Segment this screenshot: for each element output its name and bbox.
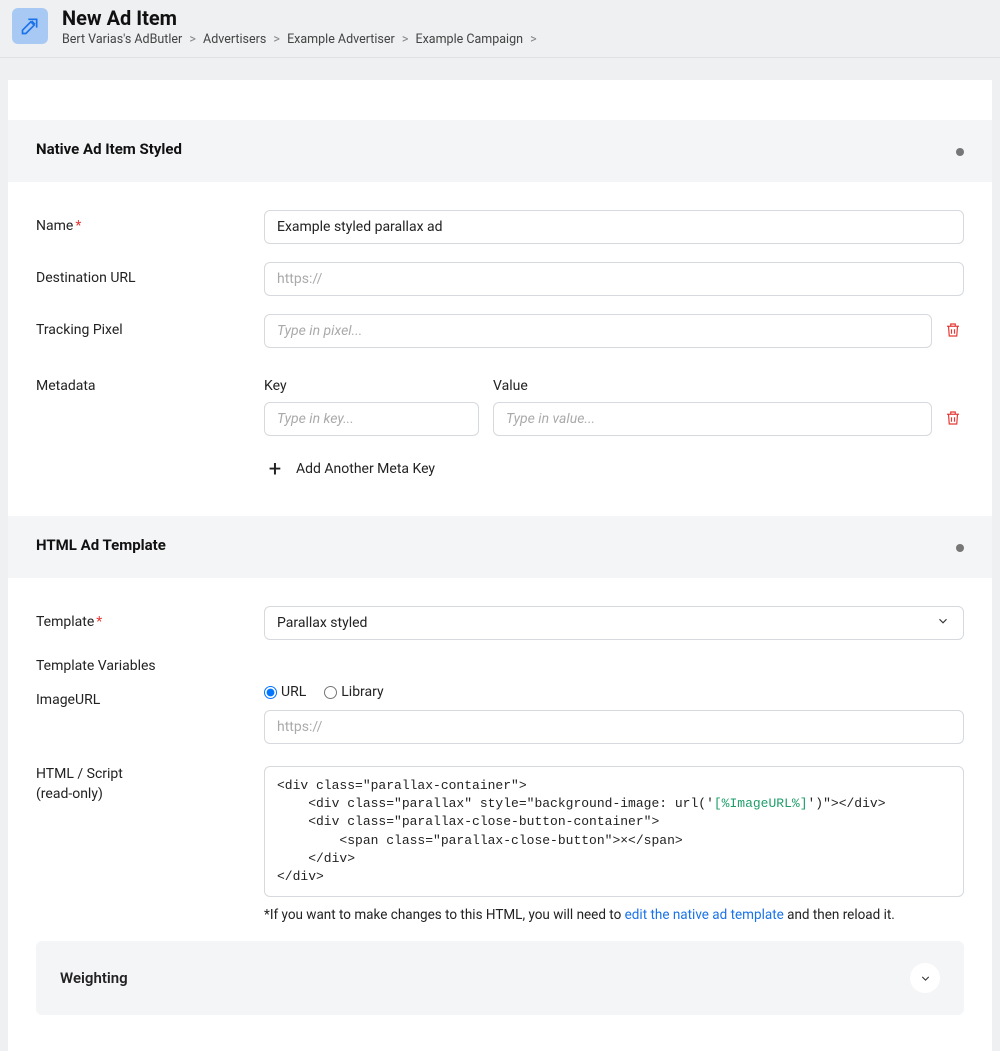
imageurl-library-label: Library bbox=[341, 684, 383, 700]
tracking-pixel-label: Tracking Pixel bbox=[36, 314, 264, 338]
header-text: New Ad Item Bert Varias's AdButler > Adv… bbox=[62, 6, 541, 47]
add-meta-button[interactable]: + Add Another Meta Key bbox=[264, 458, 964, 480]
meta-value-heading: Value bbox=[493, 378, 964, 394]
weighting-section[interactable]: Weighting bbox=[36, 941, 964, 1015]
destination-url-input[interactable] bbox=[264, 262, 964, 296]
crumb-campaign[interactable]: Example Campaign bbox=[415, 32, 523, 47]
imageurl-library-radio[interactable] bbox=[324, 686, 337, 699]
imageurl-label: ImageURL bbox=[36, 684, 264, 708]
trash-icon[interactable] bbox=[944, 321, 964, 341]
section-title-template: HTML Ad Template bbox=[36, 536, 166, 554]
plus-icon: + bbox=[264, 458, 286, 480]
html-code-box: <div class="parallax-container"> <div cl… bbox=[264, 766, 964, 897]
template-select[interactable]: Parallax styled bbox=[264, 606, 964, 640]
imageurl-url-label: URL bbox=[281, 684, 306, 700]
template-variables-heading: Template Variables bbox=[36, 658, 964, 674]
weighting-title: Weighting bbox=[60, 969, 128, 987]
chevron-down-icon bbox=[919, 972, 932, 985]
imageurl-url-radio[interactable] bbox=[264, 686, 277, 699]
imageurl-input[interactable] bbox=[264, 710, 964, 744]
weighting-toggle[interactable] bbox=[910, 963, 940, 993]
tracking-pixel-input[interactable] bbox=[264, 314, 932, 348]
name-input[interactable] bbox=[264, 210, 964, 244]
html-note: *If you want to make changes to this HTM… bbox=[264, 907, 964, 923]
crumb-advertiser[interactable]: Example Advertiser bbox=[287, 32, 395, 47]
metadata-label: Metadata bbox=[36, 378, 264, 394]
crumb-advertisers[interactable]: Advertisers bbox=[203, 32, 266, 47]
destination-url-label: Destination URL bbox=[36, 262, 264, 286]
section-header-template: HTML Ad Template bbox=[8, 516, 992, 578]
status-dot-icon bbox=[956, 544, 964, 552]
section-body-native: Name* Destination URL Tracking Pixel bbox=[8, 182, 992, 516]
meta-value-input[interactable] bbox=[493, 402, 932, 436]
add-meta-label: Add Another Meta Key bbox=[296, 461, 435, 477]
page-title: New Ad Item bbox=[62, 6, 541, 30]
section-title-native: Native Ad Item Styled bbox=[36, 140, 182, 158]
trash-icon[interactable] bbox=[944, 409, 964, 429]
edit-template-link[interactable]: edit the native ad template bbox=[625, 907, 784, 923]
section-body-template: Template* Parallax styled Template Varia… bbox=[8, 578, 992, 1051]
name-label: Name* bbox=[36, 210, 264, 234]
page-header: New Ad Item Bert Varias's AdButler > Adv… bbox=[0, 0, 1000, 58]
template-label: Template* bbox=[36, 606, 264, 630]
status-dot-icon bbox=[956, 148, 964, 156]
breadcrumb: Bert Varias's AdButler > Advertisers > E… bbox=[62, 32, 541, 47]
crumb-root[interactable]: Bert Varias's AdButler bbox=[62, 32, 182, 47]
html-script-label: HTML / Script (read-only) bbox=[36, 766, 264, 802]
section-header-native: Native Ad Item Styled bbox=[8, 120, 992, 182]
meta-key-heading: Key bbox=[264, 378, 479, 394]
meta-key-input[interactable] bbox=[264, 402, 479, 436]
edit-icon bbox=[12, 8, 48, 44]
